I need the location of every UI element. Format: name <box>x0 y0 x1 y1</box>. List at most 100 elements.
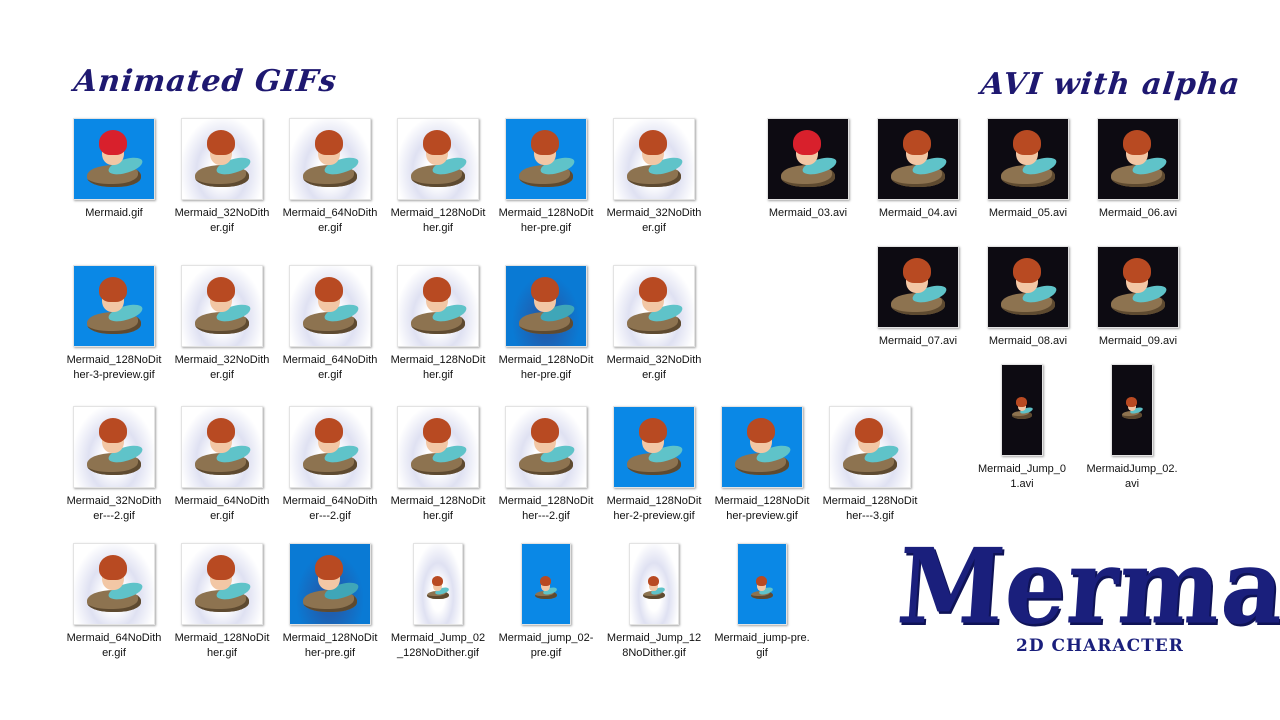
file-item[interactable]: Mermaid_04.avi <box>870 118 966 221</box>
file-item[interactable]: Mermaid_03.avi <box>760 118 856 221</box>
file-item[interactable]: Mermaid_32NoDither---2.gif <box>66 406 162 524</box>
file-name: Mermaid_07.avi <box>878 335 958 347</box>
file-item[interactable]: Mermaid_128NoDither.gif <box>390 118 486 236</box>
file-thumbnail[interactable] <box>721 406 803 488</box>
file-item[interactable]: Mermaid_08.avi <box>980 246 1076 349</box>
file-item[interactable]: Mermaid_09.avi <box>1090 246 1186 349</box>
file-name: Mermaid_08.avi <box>988 335 1068 347</box>
mermaid-thumbnail-icon <box>622 415 686 479</box>
file-item[interactable]: Mermaid_128NoDither.gif <box>390 406 486 524</box>
file-item[interactable]: Mermaid_06.avi <box>1090 118 1186 221</box>
file-item[interactable]: Mermaid_32NoDither.gif <box>606 265 702 383</box>
file-name: Mermaid_128NoDither.gif <box>390 495 486 522</box>
file-thumbnail[interactable] <box>613 406 695 488</box>
file-thumbnail[interactable] <box>289 543 371 625</box>
file-item[interactable]: Mermaid.gif <box>66 118 162 221</box>
file-thumbnail[interactable] <box>629 543 679 625</box>
mermaid-thumbnail-icon <box>514 127 578 191</box>
mermaid-jump-video-thumbnail-icon <box>1120 396 1144 420</box>
file-item[interactable]: Mermaid_128NoDither.gif <box>390 265 486 383</box>
mermaid-thumbnail-icon <box>838 415 902 479</box>
file-item[interactable]: Mermaid_128NoDither-2-preview.gif <box>606 406 702 524</box>
file-item[interactable]: Mermaid_32NoDither.gif <box>174 265 270 383</box>
file-thumbnail[interactable] <box>987 118 1069 200</box>
file-thumbnail[interactable] <box>289 265 371 347</box>
file-thumbnail[interactable] <box>1001 364 1043 456</box>
file-item[interactable]: Mermaid_128NoDither-3-preview.gif <box>66 265 162 383</box>
file-thumbnail[interactable] <box>181 118 263 200</box>
file-thumbnail[interactable] <box>613 118 695 200</box>
file-thumbnail[interactable] <box>397 265 479 347</box>
file-item[interactable]: Mermaid_32NoDither.gif <box>606 118 702 236</box>
file-item[interactable]: Mermaid_128NoDither---3.gif <box>822 406 918 524</box>
file-name: Mermaid_Jump_01.avi <box>977 463 1067 490</box>
file-item[interactable]: Mermaid_jump-pre.gif <box>714 543 810 661</box>
file-item[interactable]: Mermaid_128NoDither-pre.gif <box>498 118 594 236</box>
file-item[interactable]: Mermaid_07.avi <box>870 246 966 349</box>
file-name: Mermaid_04.avi <box>878 207 958 219</box>
file-thumbnail[interactable] <box>877 246 959 328</box>
mermaid-video-thumbnail-icon <box>886 127 950 191</box>
file-item[interactable]: Mermaid_64NoDither---2.gif <box>282 406 378 524</box>
file-thumbnail[interactable] <box>767 118 849 200</box>
file-thumbnail[interactable] <box>289 406 371 488</box>
file-thumbnail[interactable] <box>289 118 371 200</box>
avi-with-alpha-heading: AVI with alpha <box>979 67 1243 102</box>
file-thumbnail[interactable] <box>987 246 1069 328</box>
file-thumbnail[interactable] <box>1097 246 1179 328</box>
file-thumbnail[interactable] <box>397 406 479 488</box>
file-thumbnail[interactable] <box>73 543 155 625</box>
file-name: Mermaid_03.avi <box>768 207 848 219</box>
file-thumbnail[interactable] <box>73 406 155 488</box>
file-thumbnail[interactable] <box>613 265 695 347</box>
file-thumbnail[interactable] <box>413 543 463 625</box>
file-name: Mermaid_Jump_02_128NoDither.gif <box>390 632 486 659</box>
file-name: MermaidJump_02.avi <box>1086 463 1178 490</box>
file-thumbnail[interactable] <box>829 406 911 488</box>
file-name: Mermaid_128NoDither---2.gif <box>498 495 594 522</box>
file-thumbnail[interactable] <box>73 118 155 200</box>
file-item[interactable]: Mermaid_Jump_01.avi <box>974 364 1070 492</box>
file-item[interactable]: Mermaid_Jump_02_128NoDither.gif <box>390 543 486 661</box>
file-item[interactable]: MermaidJump_02.avi <box>1084 364 1180 492</box>
mermaid-thumbnail-icon <box>298 552 362 616</box>
mermaid-thumbnail-icon <box>82 127 146 191</box>
file-item[interactable]: Mermaid_64NoDither.gif <box>282 118 378 236</box>
mermaid-thumbnail-icon <box>730 415 794 479</box>
file-thumbnail[interactable] <box>505 118 587 200</box>
file-thumbnail[interactable] <box>181 265 263 347</box>
file-thumbnail[interactable] <box>505 265 587 347</box>
file-item[interactable]: Mermaid_128NoDither.gif <box>174 543 270 661</box>
file-thumbnail[interactable] <box>1111 364 1153 456</box>
file-item[interactable]: Mermaid_128NoDither---2.gif <box>498 406 594 524</box>
file-thumbnail[interactable] <box>181 406 263 488</box>
file-item[interactable]: Mermaid_32NoDither.gif <box>174 118 270 236</box>
file-name: Mermaid_06.avi <box>1098 207 1178 219</box>
mermaid-video-thumbnail-icon <box>996 127 1060 191</box>
mermaid-thumbnail-icon <box>514 274 578 338</box>
file-item[interactable]: Mermaid_Jump_128NoDither.gif <box>606 543 702 661</box>
file-thumbnail[interactable] <box>505 406 587 488</box>
file-item[interactable]: Mermaid_128NoDither-pre.gif <box>498 265 594 383</box>
file-name: Mermaid_jump_02-pre.gif <box>498 632 594 659</box>
file-item[interactable]: Mermaid_64NoDither.gif <box>282 265 378 383</box>
mermaid-thumbnail-icon <box>406 415 470 479</box>
file-item[interactable]: Mermaid_64NoDither.gif <box>66 543 162 661</box>
file-name: Mermaid_05.avi <box>988 207 1068 219</box>
file-item[interactable]: Mermaid_64NoDither.gif <box>174 406 270 524</box>
file-thumbnail[interactable] <box>397 118 479 200</box>
mermaid-video-thumbnail-icon <box>1106 255 1170 319</box>
file-item[interactable]: Mermaid_128NoDither-pre.gif <box>282 543 378 661</box>
file-thumbnail[interactable] <box>73 265 155 347</box>
file-item[interactable]: Mermaid_05.avi <box>980 118 1076 221</box>
file-thumbnail[interactable] <box>877 118 959 200</box>
file-thumbnail[interactable] <box>181 543 263 625</box>
file-item[interactable]: Mermaid_jump_02-pre.gif <box>498 543 594 661</box>
mermaid-thumbnail-icon <box>298 274 362 338</box>
file-thumbnail[interactable] <box>1097 118 1179 200</box>
file-thumbnail[interactable] <box>521 543 571 625</box>
file-item[interactable]: Mermaid_128NoDither-preview.gif <box>714 406 810 524</box>
file-name: Mermaid_32NoDither.gif <box>606 207 702 234</box>
file-thumbnail[interactable] <box>737 543 787 625</box>
file-name: Mermaid_128NoDither-pre.gif <box>498 207 594 234</box>
